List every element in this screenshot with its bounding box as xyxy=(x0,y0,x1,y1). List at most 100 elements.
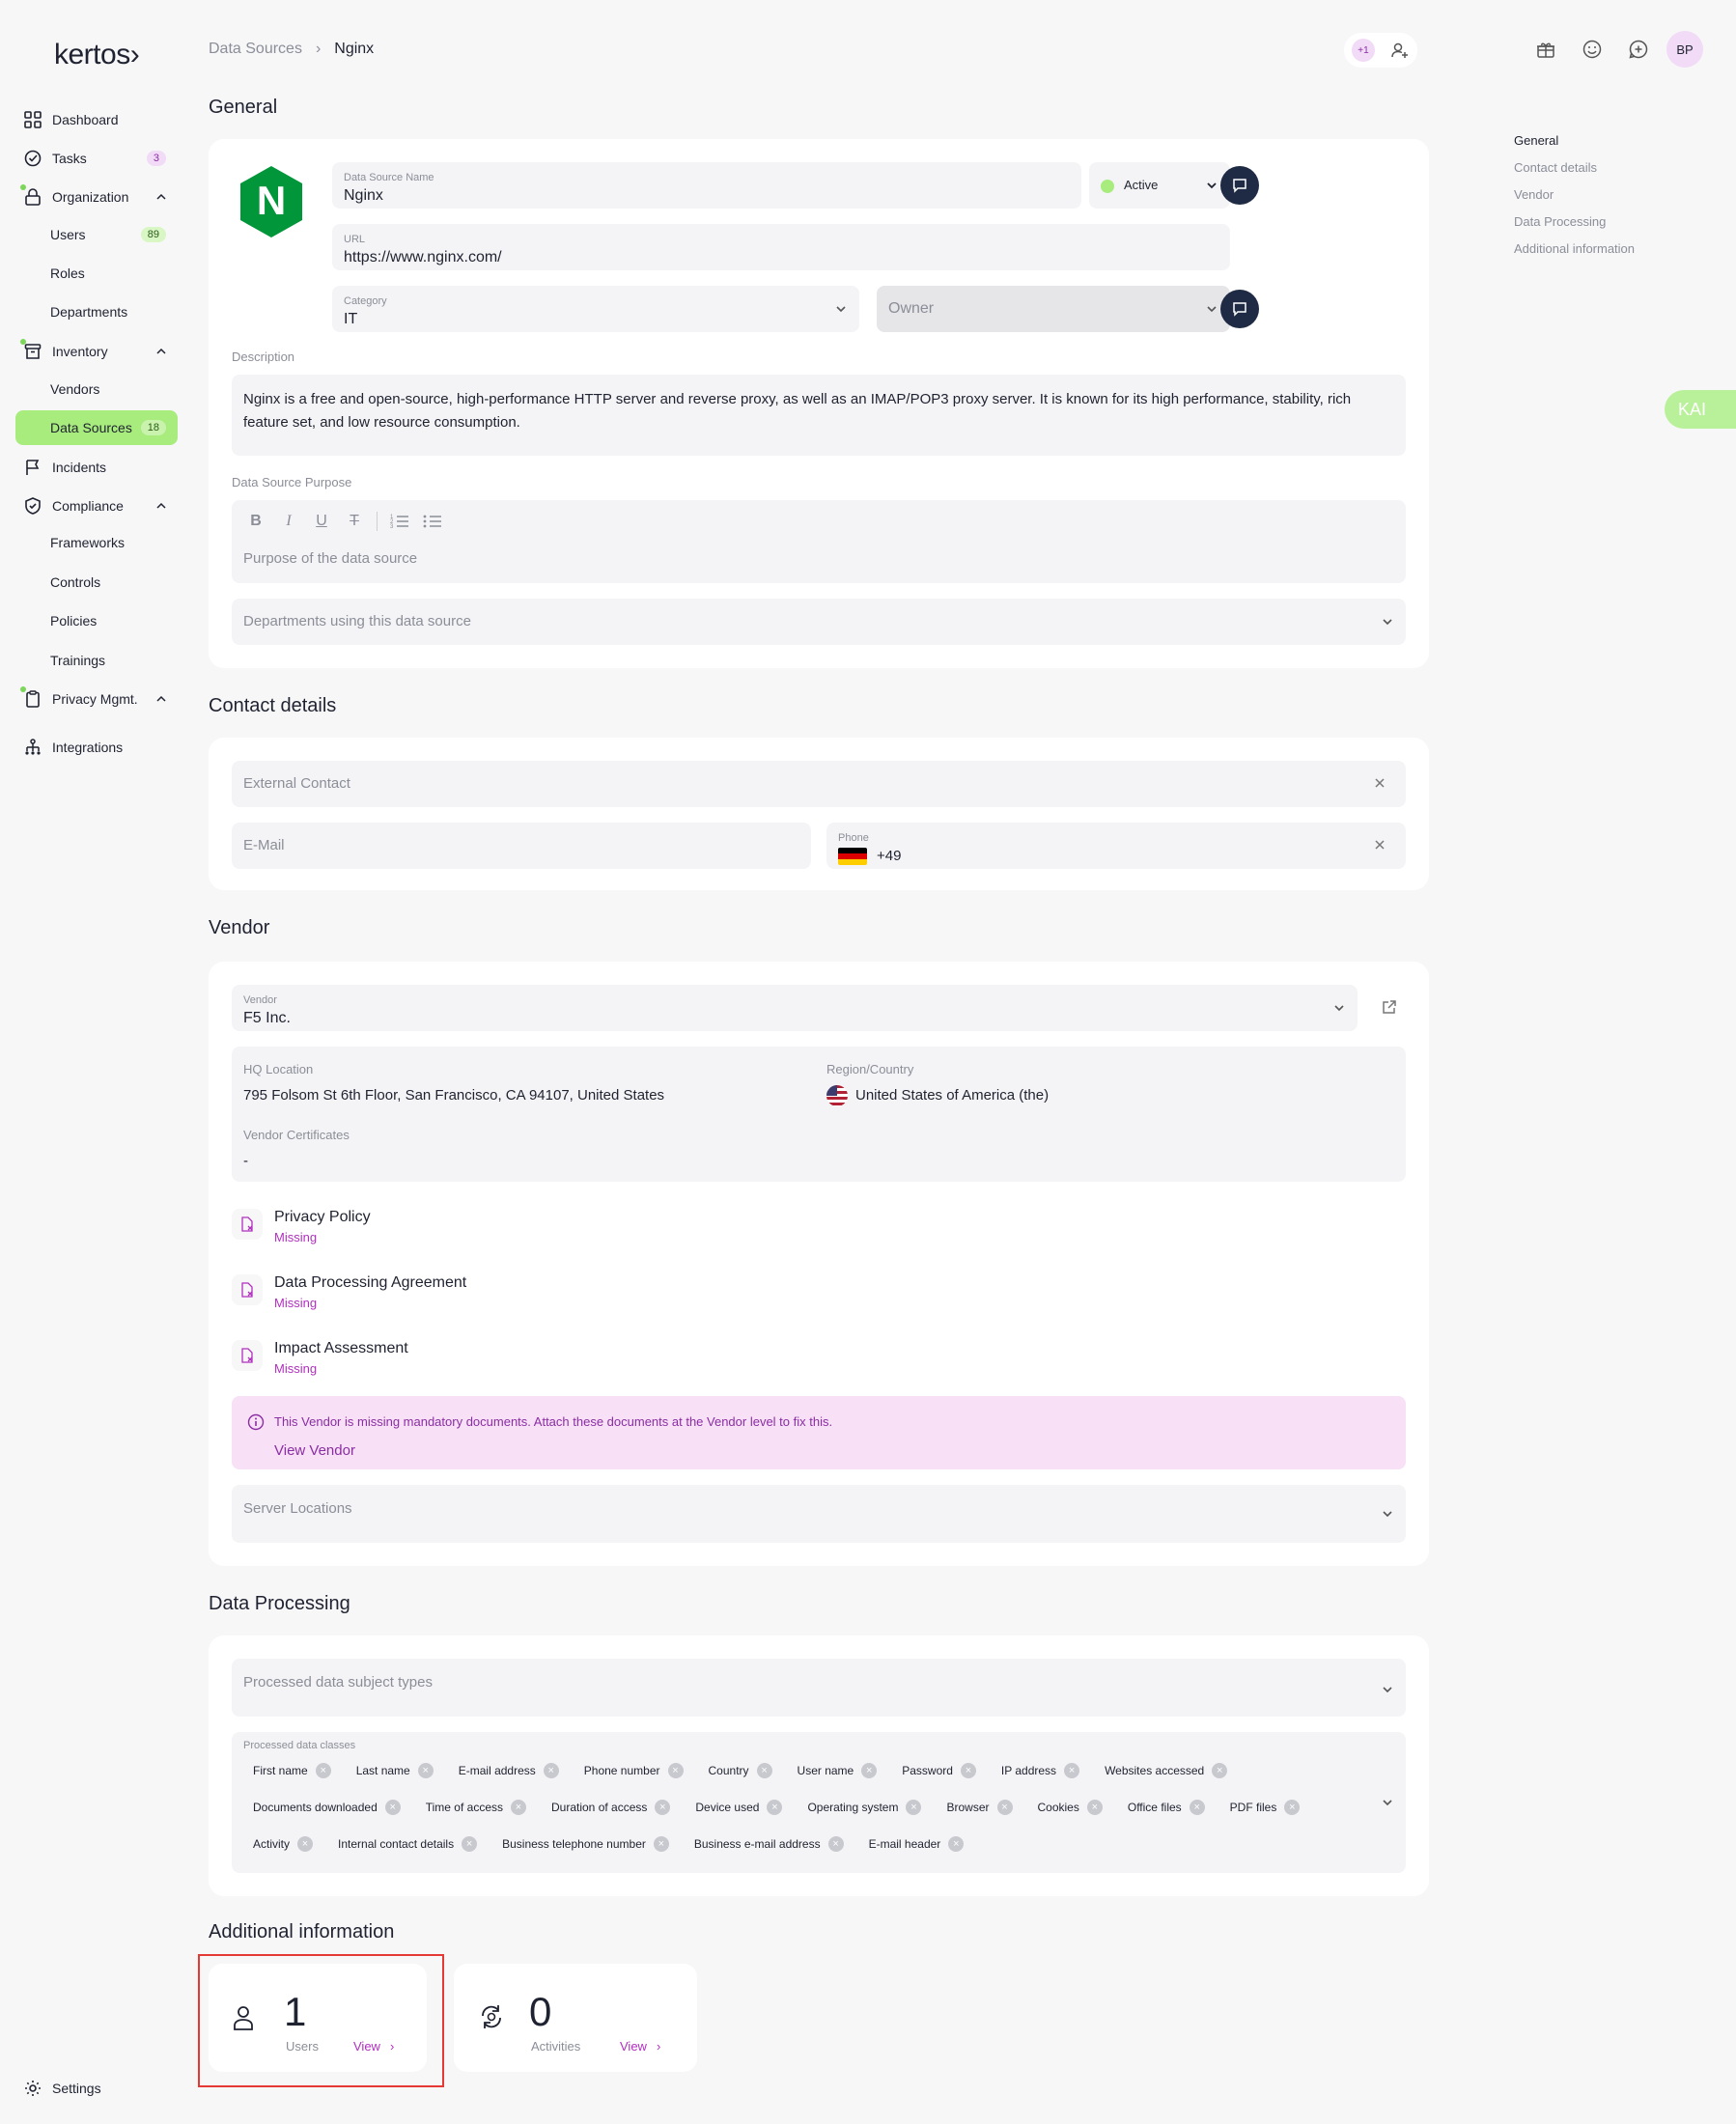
toc-additional-information[interactable]: Additional information xyxy=(1514,241,1635,256)
ordered-list-icon[interactable]: 123 xyxy=(389,513,410,530)
close-icon[interactable] xyxy=(1373,776,1386,790)
kertos-logo[interactable]: kertos› xyxy=(54,39,140,71)
sidebar-item-frameworks[interactable]: Frameworks xyxy=(15,525,178,560)
remove-chip-icon[interactable]: × xyxy=(827,1836,844,1852)
remove-chip-icon[interactable]: × xyxy=(861,1763,878,1778)
remove-chip-icon[interactable]: × xyxy=(960,1763,976,1778)
owner-comment-button[interactable] xyxy=(1220,290,1259,328)
sidebar-item-trainings[interactable]: Trainings xyxy=(15,643,178,678)
description-field[interactable]: Nginx is a free and open-source, high-pe… xyxy=(232,375,1406,456)
email-field[interactable]: E-Mail xyxy=(232,823,811,869)
sidebar-item-policies[interactable]: Policies xyxy=(15,603,178,638)
breadcrumb-data-sources[interactable]: Data Sources xyxy=(209,41,302,58)
sidebar-item-label: Frameworks xyxy=(50,535,126,550)
gift-icon[interactable] xyxy=(1535,39,1556,60)
add-user-icon[interactable] xyxy=(1390,41,1410,60)
subject-types-select[interactable]: Processed data subject types xyxy=(232,1659,1406,1717)
data-source-name-field[interactable]: Data Source Name Nginx xyxy=(332,162,1081,209)
view-vendor-link[interactable]: View Vendor xyxy=(274,1442,355,1459)
sidebar-item-label: Vendors xyxy=(50,381,100,397)
remove-chip-icon[interactable]: × xyxy=(1189,1800,1205,1815)
remove-chip-icon[interactable]: × xyxy=(384,1800,401,1815)
external-contact-field[interactable]: External Contact xyxy=(232,761,1406,807)
sidebar-item-data-sources[interactable]: Data Sources 18 xyxy=(15,410,178,445)
strikethrough-icon[interactable]: T xyxy=(344,513,365,530)
remove-chip-icon[interactable]: × xyxy=(297,1836,314,1852)
chevron-up-icon[interactable] xyxy=(154,692,168,706)
remove-chip-icon[interactable]: × xyxy=(948,1836,965,1852)
sidebar-item-privacy-mgmt[interactable]: Privacy Mgmt. xyxy=(15,682,178,716)
remove-chip-icon[interactable]: × xyxy=(543,1763,559,1778)
remove-chip-icon[interactable]: × xyxy=(655,1800,671,1815)
sidebar-item-departments[interactable]: Departments xyxy=(15,294,178,329)
data-class-chip: Duration of access × xyxy=(542,1794,677,1821)
activities-view-link[interactable]: View › xyxy=(620,2039,660,2054)
sidebar-item-users[interactable]: Users 89 xyxy=(15,217,178,252)
remove-chip-icon[interactable]: × xyxy=(653,1836,669,1852)
kai-assistant-button[interactable]: KAI xyxy=(1665,390,1736,429)
toc-contact-details[interactable]: Contact details xyxy=(1514,160,1597,175)
chip-label: Websites accessed xyxy=(1105,1764,1205,1777)
status-select[interactable]: Active xyxy=(1089,162,1230,209)
sidebar-item-settings[interactable]: Settings xyxy=(15,2071,178,2106)
remove-chip-icon[interactable]: × xyxy=(462,1836,478,1852)
collaborator-count: +1 xyxy=(1352,39,1375,62)
chevron-up-icon[interactable] xyxy=(154,499,168,513)
url-field[interactable]: URL https://www.nginx.com/ xyxy=(332,224,1230,270)
germany-flag-icon[interactable] xyxy=(838,848,867,865)
sidebar-item-incidents[interactable]: Incidents xyxy=(15,450,178,485)
remove-chip-icon[interactable]: × xyxy=(1284,1800,1301,1815)
category-select[interactable]: Category IT xyxy=(332,286,859,332)
sidebar-item-integrations[interactable]: Integrations xyxy=(15,730,178,765)
doc-privacy-policy[interactable]: Privacy Policy Missing xyxy=(232,1209,371,1244)
chip-label: Internal contact details xyxy=(338,1837,455,1851)
remove-chip-icon[interactable]: × xyxy=(417,1763,434,1778)
external-link-icon[interactable] xyxy=(1381,998,1398,1016)
remove-chip-icon[interactable]: × xyxy=(906,1800,922,1815)
remove-chip-icon[interactable]: × xyxy=(756,1763,772,1778)
phone-field[interactable]: Phone +49 xyxy=(826,823,1406,869)
sidebar-item-organization[interactable]: Organization xyxy=(15,180,178,214)
collaborators-widget[interactable]: +1 xyxy=(1344,33,1417,68)
remove-chip-icon[interactable]: × xyxy=(315,1763,331,1778)
sidebar-item-compliance[interactable]: Compliance xyxy=(15,489,178,523)
remove-chip-icon[interactable]: × xyxy=(996,1800,1013,1815)
bullet-list-icon[interactable] xyxy=(422,513,443,530)
sidebar-item-inventory[interactable]: Inventory xyxy=(15,334,178,369)
sidebar-item-controls[interactable]: Controls xyxy=(15,565,178,600)
sidebar-item-dashboard[interactable]: Dashboard xyxy=(15,102,178,137)
data-classes-select[interactable]: Processed data classes First name × Last n… xyxy=(232,1732,1406,1873)
avatar[interactable]: BP xyxy=(1666,31,1703,68)
remove-chip-icon[interactable]: × xyxy=(667,1763,684,1778)
chevron-up-icon[interactable] xyxy=(154,345,168,358)
underline-icon[interactable]: U xyxy=(311,513,332,530)
remove-chip-icon[interactable]: × xyxy=(1212,1763,1228,1778)
bold-icon[interactable]: B xyxy=(245,513,266,530)
toc-general[interactable]: General xyxy=(1514,133,1558,148)
chevron-up-icon[interactable] xyxy=(154,190,168,204)
purpose-editor[interactable]: B I U T 123 Purpose of the data source xyxy=(232,500,1406,583)
status-dot xyxy=(1101,180,1114,193)
departments-select[interactable]: Departments using this data source xyxy=(232,599,1406,645)
vendor-select[interactable]: Vendor F5 Inc. xyxy=(232,985,1358,1031)
remove-chip-icon[interactable]: × xyxy=(767,1800,783,1815)
remove-chip-icon[interactable]: × xyxy=(1064,1763,1080,1778)
doc-data-processing-agreement[interactable]: Data Processing Agreement Missing xyxy=(232,1274,466,1310)
sidebar-item-vendors[interactable]: Vendors xyxy=(15,372,178,406)
owner-select[interactable]: Owner xyxy=(877,286,1230,332)
shield-check-icon xyxy=(23,496,42,516)
italic-icon[interactable]: I xyxy=(278,513,299,530)
data-class-chip: Cookies × xyxy=(1027,1794,1108,1821)
toc-vendor[interactable]: Vendor xyxy=(1514,187,1554,202)
comment-button[interactable] xyxy=(1220,166,1259,205)
chat-plus-icon[interactable] xyxy=(1628,39,1649,60)
remove-chip-icon[interactable]: × xyxy=(1086,1800,1103,1815)
sidebar-item-roles[interactable]: Roles xyxy=(15,256,178,291)
doc-impact-assessment[interactable]: Impact Assessment Missing xyxy=(232,1340,408,1376)
server-locations-select[interactable]: Server Locations xyxy=(232,1485,1406,1543)
toc-data-processing[interactable]: Data Processing xyxy=(1514,214,1606,229)
smiley-icon[interactable] xyxy=(1582,39,1603,60)
sidebar-item-tasks[interactable]: Tasks 3 xyxy=(15,141,178,176)
close-icon[interactable] xyxy=(1373,838,1386,852)
remove-chip-icon[interactable]: × xyxy=(511,1800,526,1815)
